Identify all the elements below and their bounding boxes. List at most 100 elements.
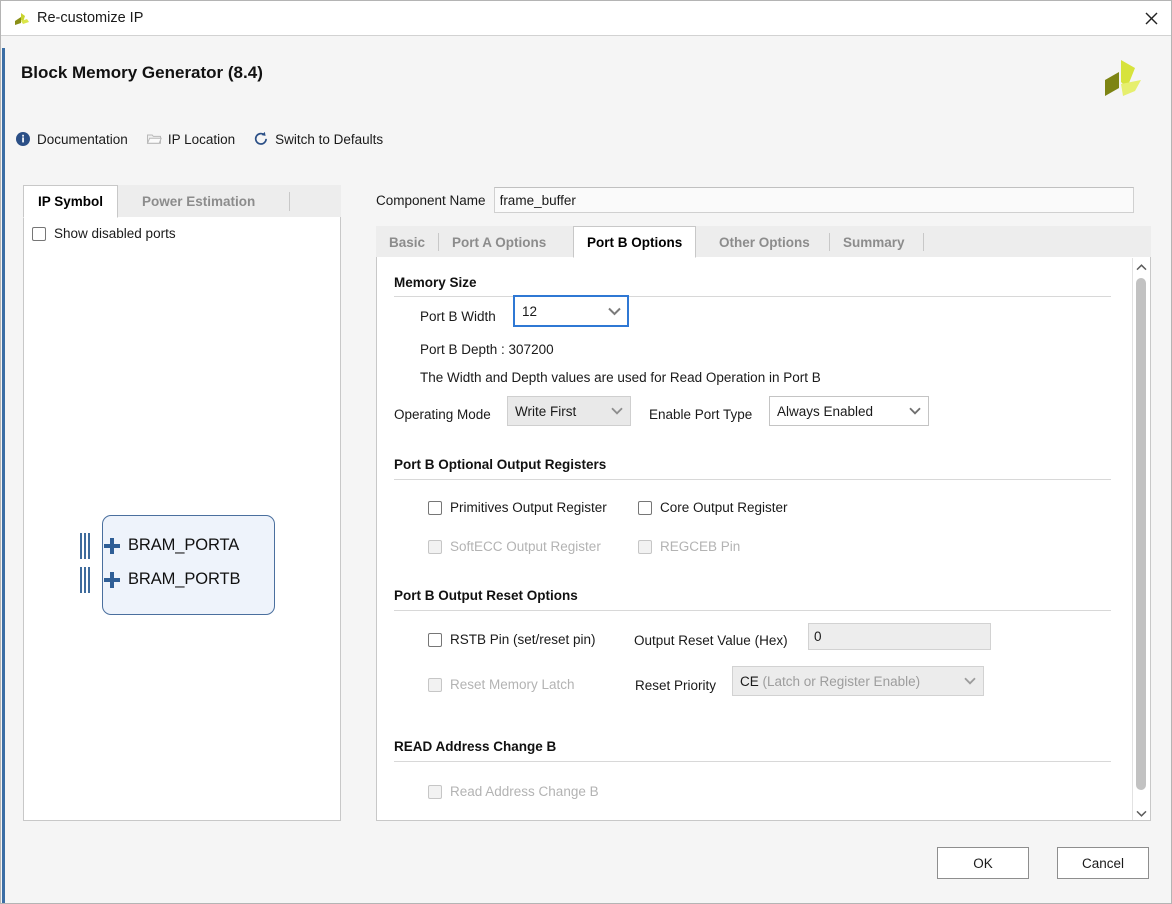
scroll-up-button[interactable] [1133,258,1149,274]
softecc-output-register-checkbox: SoftECC Output Register [428,539,601,554]
tab-summary-label: Summary [843,234,905,250]
documentation-label: Documentation [37,131,128,147]
operating-mode-label: Operating Mode [394,407,491,422]
output-reset-value-label: Output Reset Value (Hex) [634,633,788,648]
left-panel-tab-strip: IP Symbol Power Estimation [23,185,341,218]
scrollbar-thumb[interactable] [1136,278,1146,790]
tab-separator-3 [923,233,924,251]
tab-power-estimation-label: Power Estimation [142,194,256,209]
primitives-output-register-checkbox[interactable]: Primitives Output Register [428,500,607,515]
enable-port-type-combobox[interactable]: Always Enabled [769,396,929,426]
ok-button[interactable]: OK [937,847,1029,879]
core-output-register-checkbox[interactable]: Core Output Register [638,500,788,515]
ip-symbol-canvas: Show disabled ports BRAM_PORTA BRAM_PORT… [23,217,341,821]
ip-location-label: IP Location [167,131,236,147]
port-a-bundle-icon [80,533,92,559]
tab-basic-label: Basic [389,234,426,250]
switch-to-defaults-link[interactable]: Switch to Defaults [253,131,383,147]
xilinx-logo-icon [13,10,31,28]
tab-divider [289,192,290,211]
port-a-expand-icon[interactable] [104,538,120,554]
cancel-button[interactable]: Cancel [1057,847,1149,879]
tab-port-b-options[interactable]: Port B Options [573,226,697,258]
checkbox-box [638,500,652,515]
tab-port-a-options[interactable]: Port A Options [439,226,559,258]
chevron-down-icon [1135,805,1147,820]
read-address-change-heading: READ Address Change B [394,739,557,754]
reset-options-rule [394,610,1111,611]
regceb-pin-checkbox: REGCEB Pin [638,539,740,554]
checkbox-box [428,677,442,692]
operating-mode-value: Write First [515,403,577,419]
reset-priority-combobox[interactable]: CE (Latch or Register Enable) [732,666,984,696]
reset-priority-value-wrap: CE (Latch or Register Enable) [733,674,957,689]
enable-port-type-value: Always Enabled [777,403,874,419]
close-button[interactable] [1129,1,1171,35]
tab-basic[interactable]: Basic [376,226,438,258]
output-registers-rule [394,479,1111,480]
tab-power-estimation[interactable]: Power Estimation [128,185,269,218]
tab-ip-symbol-label: IP Symbol [38,194,104,209]
tab-port-a-options-label: Port A Options [452,234,547,250]
softecc-output-register-label: SoftECC Output Register [450,539,601,554]
component-name-input[interactable] [493,187,1134,213]
xilinx-pinwheel-logo [1101,58,1145,106]
chevron-down-icon [601,307,627,316]
reset-priority-suffix: (Latch or Register Enable) [758,673,921,689]
tab-port-b-options-label: Port B Options [587,234,683,250]
ip-symbol-panel: IP Symbol Power Estimation Show disabled… [23,185,341,821]
port-b-options-content: Memory Size Port B Width 12 Port B Depth… [376,257,1151,821]
checkbox-box [32,226,46,241]
port-b-bundle-icon [80,567,92,593]
rstb-pin-checkbox[interactable]: RSTB Pin (set/reset pin) [428,632,596,647]
tab-other-options[interactable]: Other Options [706,226,823,258]
options-tab-strip: Basic Port A Options Port B Options Othe… [376,226,1151,258]
title-bar: Re-customize IP [1,1,1171,36]
memory-size-note: The Width and Depth values are used for … [420,370,821,385]
read-address-change-rule [394,761,1111,762]
port-b-expand-icon[interactable] [104,572,120,588]
checkbox-box [428,632,442,647]
show-disabled-ports-checkbox[interactable]: Show disabled ports [32,226,176,241]
toolbar: Documentation IP Location Switch to Defa… [15,128,383,150]
rstb-pin-label: RSTB Pin (set/reset pin) [450,632,596,647]
checkbox-box [638,539,652,554]
memory-size-rule [394,296,1111,297]
operating-mode-combobox[interactable]: Write First [507,396,631,426]
reset-options-heading: Port B Output Reset Options [394,588,578,603]
checkbox-box [428,500,442,515]
output-reset-value-input[interactable] [808,623,991,650]
port-b-depth-text: Port B Depth : 307200 [420,342,554,357]
port-b-width-combobox[interactable]: 12 [513,295,629,327]
close-icon [1145,12,1158,25]
chevron-down-icon [902,407,928,415]
tab-ip-symbol[interactable]: IP Symbol [23,185,119,218]
documentation-link[interactable]: Documentation [15,131,128,147]
chevron-down-icon [604,407,630,415]
chevron-up-icon [1135,259,1147,274]
component-name-label: Component Name [376,192,486,208]
port-b-width-label: Port B Width [420,309,496,324]
regceb-pin-label: REGCEB Pin [660,539,741,554]
scroll-down-button[interactable] [1133,804,1149,820]
reset-memory-latch-checkbox: Reset Memory Latch [428,677,575,692]
dialog-footer: OK Cancel [1,833,1171,903]
port-b-label: BRAM_PORTB [128,570,241,588]
tab-summary[interactable]: Summary [830,226,918,258]
switch-to-defaults-label: Switch to Defaults [275,131,384,147]
read-address-change-b-checkbox: Read Address Change B [428,784,599,799]
ip-location-link[interactable]: IP Location [146,131,235,147]
folder-icon [146,131,162,147]
checkbox-box [428,784,442,799]
checkbox-box [428,539,442,554]
core-output-register-label: Core Output Register [660,500,788,515]
window-title: Re-customize IP [37,10,144,26]
page-title: Block Memory Generator (8.4) [21,63,263,82]
content-scrollbar[interactable] [1132,258,1149,820]
memory-size-heading: Memory Size [394,275,477,290]
options-panel: Component Name Basic Port A Options Port… [376,185,1151,821]
port-b-width-value: 12 [522,303,538,319]
reset-priority-value: CE [740,673,759,689]
enable-port-type-label: Enable Port Type [649,407,753,422]
reset-memory-latch-label: Reset Memory Latch [450,677,575,692]
